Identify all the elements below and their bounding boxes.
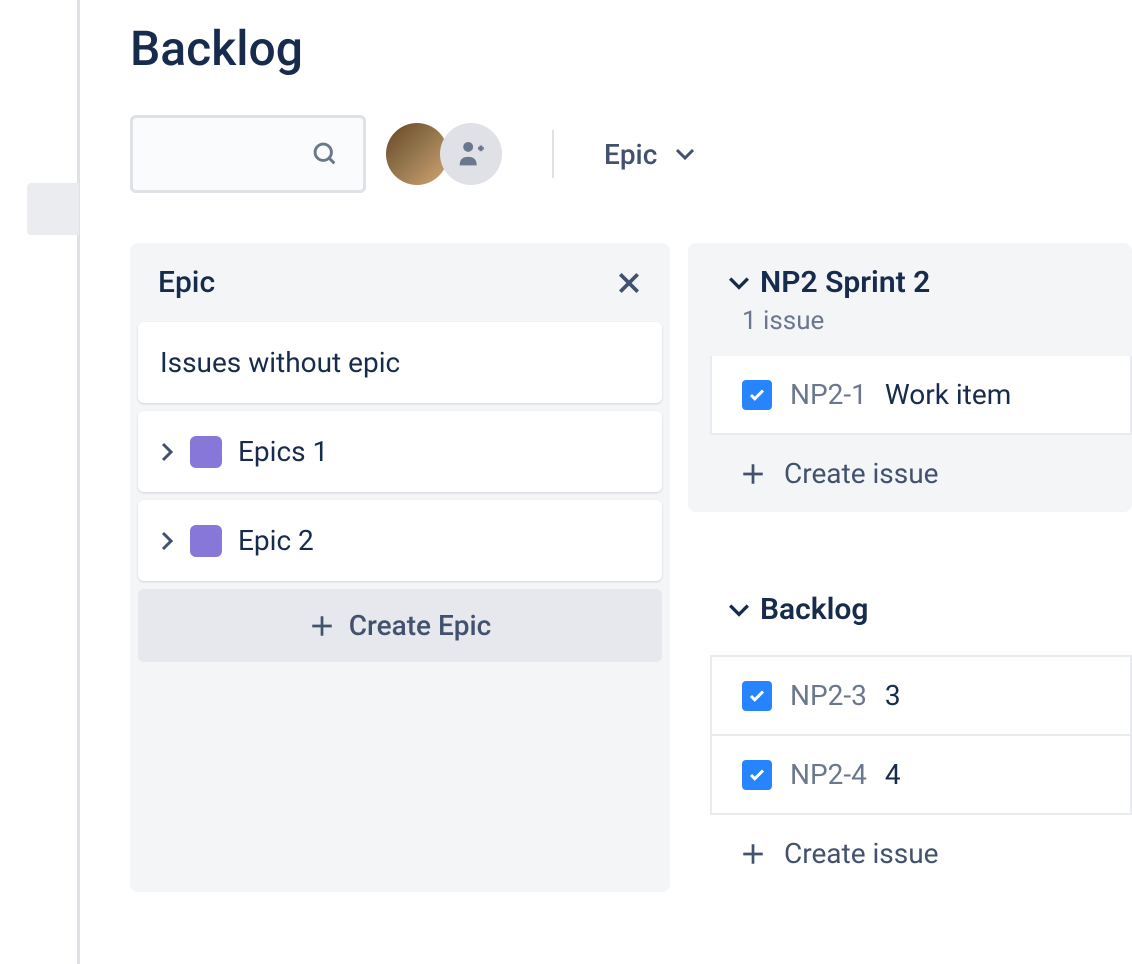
epic-item[interactable]: Epics 1 xyxy=(138,411,662,492)
chevron-right-icon xyxy=(160,442,174,462)
issues-without-epic[interactable]: Issues without epic xyxy=(138,322,662,403)
sprint-section: NP2 Sprint 2 1 issue NP2-1 Work item xyxy=(688,243,1132,512)
issue-key: NP2-1 xyxy=(790,378,867,411)
backlog-title: Backlog xyxy=(760,592,868,627)
page-title: Backlog xyxy=(130,20,1132,77)
create-epic-button[interactable]: Create Epic xyxy=(138,589,662,662)
task-icon xyxy=(742,681,772,711)
sprint-title: NP2 Sprint 2 xyxy=(760,265,930,300)
epic-color-swatch xyxy=(190,525,222,557)
add-user-icon xyxy=(454,137,488,171)
plus-icon xyxy=(740,461,766,487)
plus-icon xyxy=(309,613,335,639)
task-icon xyxy=(742,380,772,410)
issue-key: NP2-3 xyxy=(790,679,867,712)
close-epic-panel-button[interactable] xyxy=(616,270,642,296)
create-issue-button[interactable]: Create issue xyxy=(710,435,1132,512)
search-input[interactable] xyxy=(130,115,366,193)
issue-summary: 4 xyxy=(885,758,901,791)
issue-summary: Work item xyxy=(885,378,1011,411)
issues-without-epic-label: Issues without epic xyxy=(160,346,400,379)
avatar-group xyxy=(394,123,502,185)
toolbar: Epic xyxy=(130,115,1132,193)
create-issue-label: Create issue xyxy=(784,457,938,490)
epic-color-swatch xyxy=(190,436,222,468)
issue-row[interactable]: NP2-4 4 xyxy=(710,736,1132,815)
epic-filter-label: Epic xyxy=(604,138,657,171)
epic-filter-dropdown[interactable]: Epic xyxy=(604,138,695,171)
issue-summary: 3 xyxy=(885,679,901,712)
issue-key: NP2-4 xyxy=(790,758,867,791)
epic-panel: Epic Issues without epic Epics 1 xyxy=(130,243,670,892)
chevron-down-icon xyxy=(675,147,695,161)
divider xyxy=(552,130,554,178)
sprint-header[interactable]: NP2 Sprint 2 xyxy=(688,265,1132,306)
create-issue-label: Create issue xyxy=(784,837,938,870)
add-user-button[interactable] xyxy=(440,123,502,185)
chevron-down-icon xyxy=(728,275,750,291)
chevron-down-icon xyxy=(728,602,750,618)
close-icon xyxy=(616,270,642,296)
create-issue-button[interactable]: Create issue xyxy=(710,815,1132,892)
issue-row[interactable]: NP2-1 Work item xyxy=(710,356,1132,435)
backlog-section: Backlog NP2-3 3 xyxy=(688,592,1132,892)
issue-row[interactable]: NP2-3 3 xyxy=(710,655,1132,736)
epic-name: Epics 1 xyxy=(238,435,328,468)
search-icon xyxy=(311,140,339,168)
backlog-header[interactable]: Backlog xyxy=(688,592,1132,655)
epic-name: Epic 2 xyxy=(238,524,314,557)
task-icon xyxy=(742,760,772,790)
sidebar-rail xyxy=(0,0,80,964)
sprint-issue-count: 1 issue xyxy=(688,306,1132,336)
epic-item[interactable]: Epic 2 xyxy=(138,500,662,581)
epic-panel-title: Epic xyxy=(158,265,215,300)
user-avatar[interactable] xyxy=(386,123,448,185)
sidebar-active-indicator[interactable] xyxy=(27,183,79,235)
plus-icon xyxy=(740,841,766,867)
chevron-right-icon xyxy=(160,531,174,551)
create-epic-label: Create Epic xyxy=(349,609,492,642)
